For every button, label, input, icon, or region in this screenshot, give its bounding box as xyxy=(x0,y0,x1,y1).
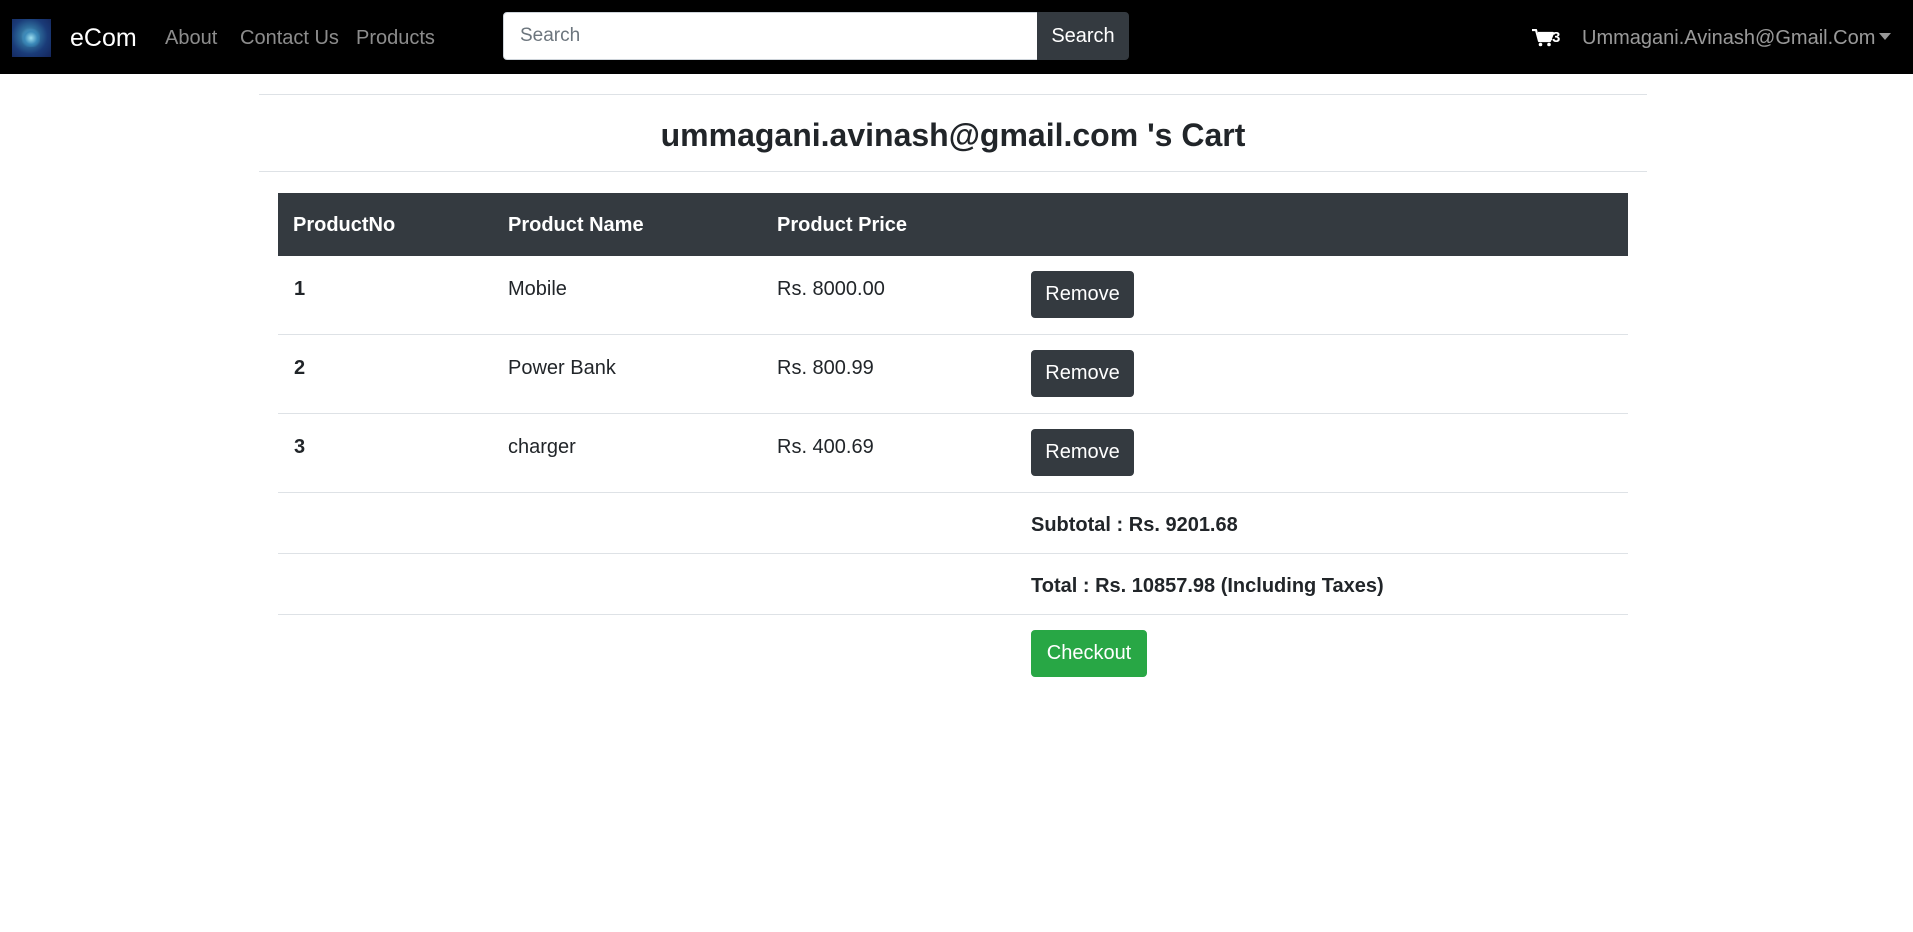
row-divider xyxy=(278,553,1628,554)
heading-divider-top xyxy=(259,94,1647,95)
row-3-product-name: charger xyxy=(508,436,576,458)
row-1-product-price: Rs. 8000.00 xyxy=(777,278,885,300)
row-3-product-no: 3 xyxy=(294,436,306,458)
nav-link-products[interactable]: Products xyxy=(356,26,435,50)
nav-link-contact-us[interactable]: Contact Us xyxy=(240,26,339,50)
shopping-cart-icon xyxy=(1532,29,1554,47)
row-2-product-name: Power Bank xyxy=(508,357,616,379)
nav-link-about[interactable]: About xyxy=(165,26,217,50)
row-divider xyxy=(278,334,1628,335)
row-1-product-name: Mobile xyxy=(508,278,567,300)
row-3-product-price: Rs. 400.69 xyxy=(777,436,874,458)
checkout-button[interactable]: Checkout xyxy=(1031,630,1147,677)
row-2-product-no: 2 xyxy=(294,357,306,379)
search-button[interactable]: Search xyxy=(1037,12,1129,60)
row-divider xyxy=(278,614,1628,615)
row-divider xyxy=(278,492,1628,493)
remove-button-row-1[interactable]: Remove xyxy=(1031,271,1134,318)
caret-down-icon xyxy=(1879,33,1892,40)
user-account-dropdown[interactable]: Ummagani.Avinash@Gmail.Com xyxy=(1582,26,1892,50)
subtotal-label: Subtotal : Rs. 9201.68 xyxy=(1031,514,1238,536)
user-email-label: Ummagani.Avinash@Gmail.Com xyxy=(1582,27,1876,49)
row-1-product-no: 1 xyxy=(294,278,306,300)
column-header-product-no: ProductNo xyxy=(293,214,396,236)
cart-count-badge: 3 xyxy=(1552,29,1561,46)
column-header-product-name: Product Name xyxy=(508,214,644,236)
brand-logo[interactable] xyxy=(12,19,51,57)
column-header-product-price: Product Price xyxy=(777,214,908,236)
top-navbar: eCom About Contact Us Products Search 3 … xyxy=(0,0,1913,74)
total-label: Total : Rs. 10857.98 (Including Taxes) xyxy=(1031,575,1384,597)
row-2-product-price: Rs. 800.99 xyxy=(777,357,874,379)
search-input[interactable] xyxy=(503,12,1038,60)
brand-name[interactable]: eCom xyxy=(70,22,137,54)
heading-divider-bottom xyxy=(259,171,1647,172)
remove-button-row-3[interactable]: Remove xyxy=(1031,429,1134,476)
cart-table-header: ProductNo Product Name Product Price xyxy=(278,193,1628,256)
row-divider xyxy=(278,413,1628,414)
remove-button-row-2[interactable]: Remove xyxy=(1031,350,1134,397)
cart-title: ummagani.avinash@gmail.com 's Cart xyxy=(660,117,1246,153)
